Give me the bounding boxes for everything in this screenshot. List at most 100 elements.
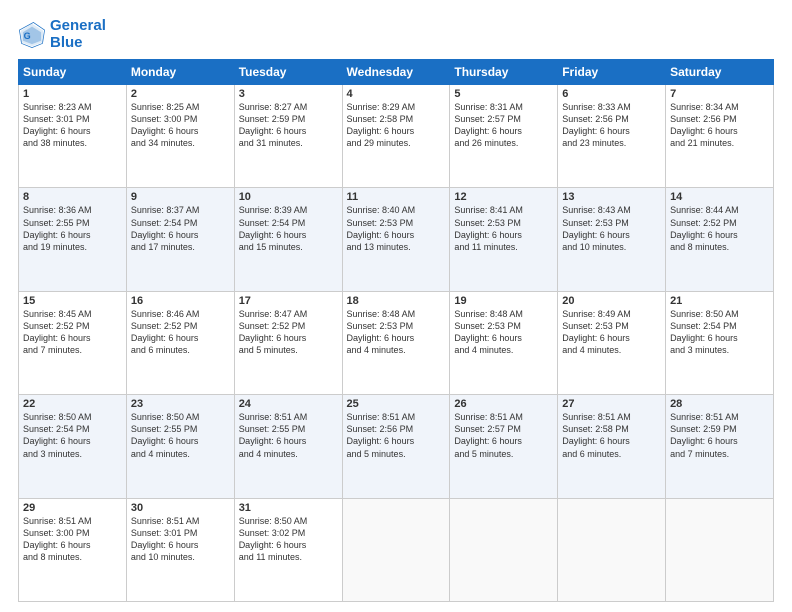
day-info: Sunrise: 8:31 AM Sunset: 2:57 PM Dayligh… xyxy=(454,101,553,150)
day-cell-30: 30Sunrise: 8:51 AM Sunset: 3:01 PM Dayli… xyxy=(126,498,234,601)
day-cell-1: 1Sunrise: 8:23 AM Sunset: 3:01 PM Daylig… xyxy=(19,85,127,188)
weekday-monday: Monday xyxy=(126,60,234,85)
day-info: Sunrise: 8:51 AM Sunset: 2:56 PM Dayligh… xyxy=(347,411,446,460)
day-cell-22: 22Sunrise: 8:50 AM Sunset: 2:54 PM Dayli… xyxy=(19,395,127,498)
day-cell-25: 25Sunrise: 8:51 AM Sunset: 2:56 PM Dayli… xyxy=(342,395,450,498)
day-cell-29: 29Sunrise: 8:51 AM Sunset: 3:00 PM Dayli… xyxy=(19,498,127,601)
weekday-wednesday: Wednesday xyxy=(342,60,450,85)
svg-text:G: G xyxy=(24,31,31,41)
calendar-header: SundayMondayTuesdayWednesdayThursdayFrid… xyxy=(19,60,774,85)
day-info: Sunrise: 8:34 AM Sunset: 2:56 PM Dayligh… xyxy=(670,101,769,150)
day-cell-3: 3Sunrise: 8:27 AM Sunset: 2:59 PM Daylig… xyxy=(234,85,342,188)
day-info: Sunrise: 8:41 AM Sunset: 2:53 PM Dayligh… xyxy=(454,204,553,253)
logo-icon: G xyxy=(18,21,46,49)
day-cell-20: 20Sunrise: 8:49 AM Sunset: 2:53 PM Dayli… xyxy=(558,291,666,394)
day-number: 1 xyxy=(23,88,122,100)
day-cell-28: 28Sunrise: 8:51 AM Sunset: 2:59 PM Dayli… xyxy=(666,395,774,498)
day-number: 2 xyxy=(131,88,230,100)
day-info: Sunrise: 8:33 AM Sunset: 2:56 PM Dayligh… xyxy=(562,101,661,150)
day-number: 7 xyxy=(670,88,769,100)
day-cell-16: 16Sunrise: 8:46 AM Sunset: 2:52 PM Dayli… xyxy=(126,291,234,394)
day-info: Sunrise: 8:51 AM Sunset: 2:58 PM Dayligh… xyxy=(562,411,661,460)
week-row-3: 15Sunrise: 8:45 AM Sunset: 2:52 PM Dayli… xyxy=(19,291,774,394)
day-number: 19 xyxy=(454,295,553,307)
day-info: Sunrise: 8:50 AM Sunset: 3:02 PM Dayligh… xyxy=(239,515,338,564)
day-number: 21 xyxy=(670,295,769,307)
day-number: 6 xyxy=(562,88,661,100)
day-number: 31 xyxy=(239,502,338,514)
day-cell-4: 4Sunrise: 8:29 AM Sunset: 2:58 PM Daylig… xyxy=(342,85,450,188)
day-info: Sunrise: 8:50 AM Sunset: 2:55 PM Dayligh… xyxy=(131,411,230,460)
day-cell-26: 26Sunrise: 8:51 AM Sunset: 2:57 PM Dayli… xyxy=(450,395,558,498)
day-cell-13: 13Sunrise: 8:43 AM Sunset: 2:53 PM Dayli… xyxy=(558,188,666,291)
day-info: Sunrise: 8:50 AM Sunset: 2:54 PM Dayligh… xyxy=(670,308,769,357)
day-cell-11: 11Sunrise: 8:40 AM Sunset: 2:53 PM Dayli… xyxy=(342,188,450,291)
day-cell-24: 24Sunrise: 8:51 AM Sunset: 2:55 PM Dayli… xyxy=(234,395,342,498)
calendar-table: SundayMondayTuesdayWednesdayThursdayFrid… xyxy=(18,59,774,602)
header: G General Blue xyxy=(18,18,774,51)
day-info: Sunrise: 8:48 AM Sunset: 2:53 PM Dayligh… xyxy=(454,308,553,357)
day-info: Sunrise: 8:50 AM Sunset: 2:54 PM Dayligh… xyxy=(23,411,122,460)
day-info: Sunrise: 8:48 AM Sunset: 2:53 PM Dayligh… xyxy=(347,308,446,357)
day-cell-31: 31Sunrise: 8:50 AM Sunset: 3:02 PM Dayli… xyxy=(234,498,342,601)
day-number: 26 xyxy=(454,398,553,410)
logo-text: General Blue xyxy=(50,18,106,51)
day-number: 5 xyxy=(454,88,553,100)
day-number: 10 xyxy=(239,191,338,203)
day-number: 22 xyxy=(23,398,122,410)
day-number: 3 xyxy=(239,88,338,100)
day-number: 24 xyxy=(239,398,338,410)
day-cell-10: 10Sunrise: 8:39 AM Sunset: 2:54 PM Dayli… xyxy=(234,188,342,291)
day-number: 28 xyxy=(670,398,769,410)
day-number: 4 xyxy=(347,88,446,100)
day-info: Sunrise: 8:39 AM Sunset: 2:54 PM Dayligh… xyxy=(239,204,338,253)
day-info: Sunrise: 8:36 AM Sunset: 2:55 PM Dayligh… xyxy=(23,204,122,253)
day-cell-7: 7Sunrise: 8:34 AM Sunset: 2:56 PM Daylig… xyxy=(666,85,774,188)
day-number: 20 xyxy=(562,295,661,307)
day-number: 13 xyxy=(562,191,661,203)
weekday-thursday: Thursday xyxy=(450,60,558,85)
day-cell-9: 9Sunrise: 8:37 AM Sunset: 2:54 PM Daylig… xyxy=(126,188,234,291)
day-number: 23 xyxy=(131,398,230,410)
weekday-friday: Friday xyxy=(558,60,666,85)
day-info: Sunrise: 8:45 AM Sunset: 2:52 PM Dayligh… xyxy=(23,308,122,357)
day-cell-19: 19Sunrise: 8:48 AM Sunset: 2:53 PM Dayli… xyxy=(450,291,558,394)
weekday-sunday: Sunday xyxy=(19,60,127,85)
day-info: Sunrise: 8:25 AM Sunset: 3:00 PM Dayligh… xyxy=(131,101,230,150)
day-info: Sunrise: 8:49 AM Sunset: 2:53 PM Dayligh… xyxy=(562,308,661,357)
day-info: Sunrise: 8:51 AM Sunset: 2:55 PM Dayligh… xyxy=(239,411,338,460)
day-number: 27 xyxy=(562,398,661,410)
day-info: Sunrise: 8:43 AM Sunset: 2:53 PM Dayligh… xyxy=(562,204,661,253)
day-cell-27: 27Sunrise: 8:51 AM Sunset: 2:58 PM Dayli… xyxy=(558,395,666,498)
empty-cell xyxy=(666,498,774,601)
day-number: 11 xyxy=(347,191,446,203)
empty-cell xyxy=(558,498,666,601)
day-number: 15 xyxy=(23,295,122,307)
day-cell-8: 8Sunrise: 8:36 AM Sunset: 2:55 PM Daylig… xyxy=(19,188,127,291)
empty-cell xyxy=(450,498,558,601)
day-cell-21: 21Sunrise: 8:50 AM Sunset: 2:54 PM Dayli… xyxy=(666,291,774,394)
day-info: Sunrise: 8:51 AM Sunset: 3:00 PM Dayligh… xyxy=(23,515,122,564)
day-cell-15: 15Sunrise: 8:45 AM Sunset: 2:52 PM Dayli… xyxy=(19,291,127,394)
day-info: Sunrise: 8:47 AM Sunset: 2:52 PM Dayligh… xyxy=(239,308,338,357)
day-info: Sunrise: 8:51 AM Sunset: 2:57 PM Dayligh… xyxy=(454,411,553,460)
day-info: Sunrise: 8:40 AM Sunset: 2:53 PM Dayligh… xyxy=(347,204,446,253)
day-cell-17: 17Sunrise: 8:47 AM Sunset: 2:52 PM Dayli… xyxy=(234,291,342,394)
weekday-tuesday: Tuesday xyxy=(234,60,342,85)
day-info: Sunrise: 8:29 AM Sunset: 2:58 PM Dayligh… xyxy=(347,101,446,150)
day-cell-5: 5Sunrise: 8:31 AM Sunset: 2:57 PM Daylig… xyxy=(450,85,558,188)
day-number: 9 xyxy=(131,191,230,203)
day-number: 16 xyxy=(131,295,230,307)
day-cell-12: 12Sunrise: 8:41 AM Sunset: 2:53 PM Dayli… xyxy=(450,188,558,291)
empty-cell xyxy=(342,498,450,601)
day-cell-6: 6Sunrise: 8:33 AM Sunset: 2:56 PM Daylig… xyxy=(558,85,666,188)
week-row-5: 29Sunrise: 8:51 AM Sunset: 3:00 PM Dayli… xyxy=(19,498,774,601)
day-number: 17 xyxy=(239,295,338,307)
day-info: Sunrise: 8:44 AM Sunset: 2:52 PM Dayligh… xyxy=(670,204,769,253)
day-number: 14 xyxy=(670,191,769,203)
logo: G General Blue xyxy=(18,18,106,51)
week-row-2: 8Sunrise: 8:36 AM Sunset: 2:55 PM Daylig… xyxy=(19,188,774,291)
day-info: Sunrise: 8:27 AM Sunset: 2:59 PM Dayligh… xyxy=(239,101,338,150)
day-number: 30 xyxy=(131,502,230,514)
page: G General Blue SundayMondayTuesdayWednes… xyxy=(0,0,792,612)
